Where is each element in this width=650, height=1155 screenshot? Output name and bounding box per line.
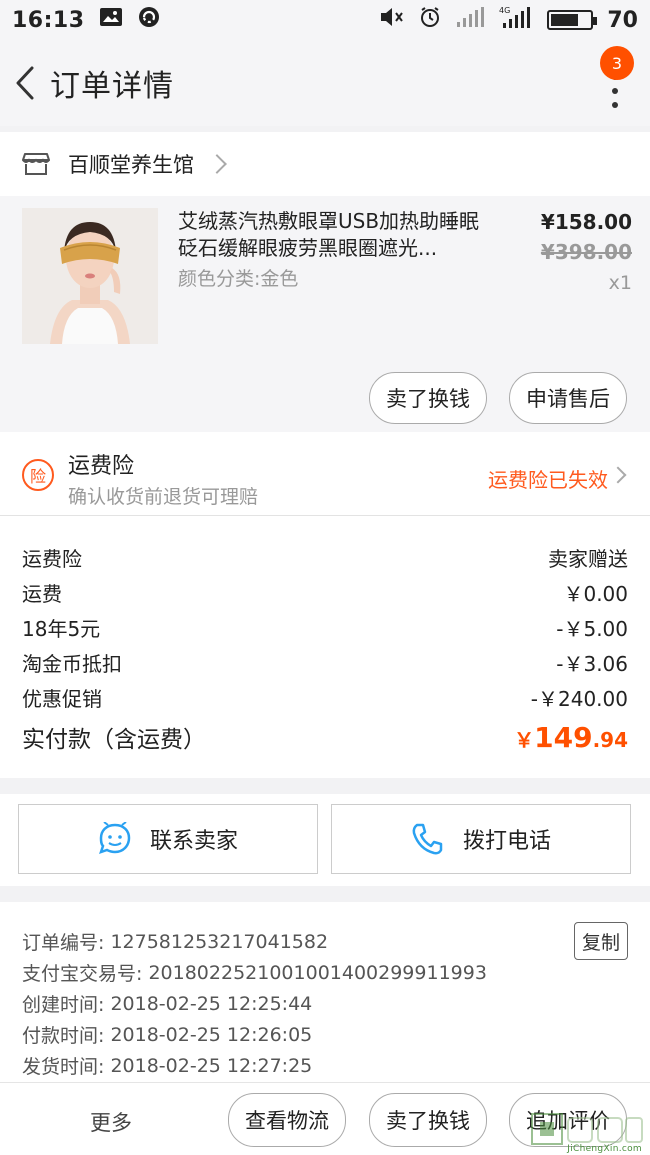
info-label: 付款时间: xyxy=(22,1025,105,1047)
info-label: 发货时间: xyxy=(22,1056,105,1078)
info-row: 支付宝交易号: 2018022521001001400299911993 xyxy=(0,957,650,988)
cost-row: 优惠促销 -￥240.00 xyxy=(0,680,650,715)
notification-badge: 3 xyxy=(600,46,634,80)
more-button[interactable]: 更多 xyxy=(90,1107,132,1137)
cost-label: 18年5元 xyxy=(22,617,101,641)
total-label: 实付款（含运费） xyxy=(22,727,206,753)
paid-time: 2018-02-25 12:26:05 xyxy=(110,1023,313,1046)
chat-bubble-icon xyxy=(99,822,131,854)
info-label: 订单编号: xyxy=(22,932,105,954)
cost-label: 淘金币抵扣 xyxy=(22,652,122,676)
svg-text:4G: 4G xyxy=(499,6,510,15)
cost-value: 卖家赠送 xyxy=(548,547,628,571)
product-spec: 颜色分类:金色 xyxy=(178,268,299,290)
cost-row: 运费险 卖家赠送 xyxy=(0,540,650,575)
mute-icon xyxy=(379,6,405,34)
total-decimal: .94 xyxy=(592,727,628,752)
insurance-title: 运费险 xyxy=(68,454,135,479)
image-icon xyxy=(99,7,123,33)
signal-4g-icon: 4G xyxy=(499,5,533,35)
insurance-subtitle: 确认收货前退货可理赔 xyxy=(68,486,259,508)
shop-row[interactable]: 百顺堂养生馆 xyxy=(0,132,650,196)
chevron-right-icon xyxy=(207,154,227,174)
info-row: 发货时间: 2018-02-25 12:27:25 xyxy=(0,1050,650,1081)
total-amount: ￥149.94 xyxy=(514,721,628,754)
contact-seller-label: 联系卖家 xyxy=(149,828,238,853)
product-card[interactable]: 艾绒蒸汽热敷眼罩USB加热助睡眠砭石缓解眼疲劳黑眼圈遮光... 颜色分类:金色 … xyxy=(0,196,650,432)
cost-row: 淘金币抵扣 -￥3.06 xyxy=(0,645,650,680)
status-time: 16:13 xyxy=(12,7,85,33)
page-title: 订单详情 xyxy=(50,69,174,104)
alipay-trade-number: 2018022521001001400299911993 xyxy=(148,961,487,984)
cost-label: 运费 xyxy=(22,582,62,606)
info-label: 创建时间: xyxy=(22,994,105,1016)
call-phone-label: 拨打电话 xyxy=(462,828,551,853)
cost-row: 运费 ￥0.00 xyxy=(0,575,650,610)
shipping-insurance-row[interactable]: 险 运费险 确认收货前退货可理赔 运费险已失效 xyxy=(0,432,650,516)
total-integer: 149 xyxy=(534,720,593,754)
apply-after-sale-button[interactable]: 申请售后 xyxy=(509,372,627,424)
shop-name: 百顺堂养生馆 xyxy=(68,153,194,177)
status-bar: 16:13 4G 70 xyxy=(0,0,650,40)
order-number: 127581253217041582 xyxy=(110,930,329,953)
copy-button[interactable]: 复制 xyxy=(574,922,628,960)
cost-value: -￥5.00 xyxy=(556,617,628,641)
cost-label: 运费险 xyxy=(22,547,82,571)
phone-icon xyxy=(412,823,443,855)
insurance-status: 运费险已失效 xyxy=(488,468,608,492)
product-quantity: x1 xyxy=(608,272,632,294)
cost-value: ￥0.00 xyxy=(563,582,628,606)
order-info: 订单编号: 127581253217041582 支付宝交易号: 2018022… xyxy=(0,902,650,1082)
sell-for-cash-button-bottom[interactable]: 卖了换钱 xyxy=(369,1093,487,1147)
contact-section: 联系卖家 拨打电话 xyxy=(0,794,650,886)
product-image[interactable] xyxy=(22,208,158,344)
back-icon[interactable] xyxy=(0,40,50,126)
battery-percent: 70 xyxy=(607,7,638,33)
call-phone-button[interactable]: 拨打电话 xyxy=(331,804,631,874)
cost-row: 18年5元 -￥5.00 xyxy=(0,610,650,645)
watermark-text: JiChengXin.com xyxy=(567,1144,642,1154)
cost-breakdown: 运费险 卖家赠送 运费 ￥0.00 18年5元 -￥5.00 淘金币抵扣 -￥3… xyxy=(0,516,650,778)
contact-seller-button[interactable]: 联系卖家 xyxy=(18,804,318,874)
sell-for-cash-button[interactable]: 卖了换钱 xyxy=(369,372,487,424)
alarm-icon xyxy=(419,6,441,34)
product-price: ¥158.00 xyxy=(540,210,632,234)
product-title[interactable]: 艾绒蒸汽热敷眼罩USB加热助睡眠砭石缓解眼疲劳黑眼圈遮光... xyxy=(178,208,488,262)
header: 订单详情 3 xyxy=(0,40,650,126)
created-time: 2018-02-25 12:25:44 xyxy=(110,992,313,1015)
cost-label: 优惠促销 xyxy=(22,687,102,711)
shipped-time: 2018-02-25 12:27:25 xyxy=(110,1054,313,1077)
battery-icon xyxy=(547,10,598,30)
info-row: 订单编号: 127581253217041582 xyxy=(0,926,650,957)
chevron-right-icon xyxy=(609,466,627,484)
cost-value: -￥240.00 xyxy=(530,687,628,711)
cost-value: -￥3.06 xyxy=(556,652,628,676)
total-row: 实付款（含运费） ￥149.94 xyxy=(0,715,650,759)
sync-icon xyxy=(137,5,161,35)
store-icon xyxy=(22,152,50,176)
view-logistics-button[interactable]: 查看物流 xyxy=(228,1093,346,1147)
insurance-icon: 险 xyxy=(22,459,54,491)
info-row: 创建时间: 2018-02-25 12:25:44 xyxy=(0,988,650,1019)
info-row: 付款时间: 2018-02-25 12:26:05 xyxy=(0,1019,650,1050)
total-currency: ￥ xyxy=(514,727,535,752)
signal-icon xyxy=(455,6,485,34)
product-original-price: ¥398.00 xyxy=(540,240,632,264)
info-label: 支付宝交易号: xyxy=(22,963,143,985)
